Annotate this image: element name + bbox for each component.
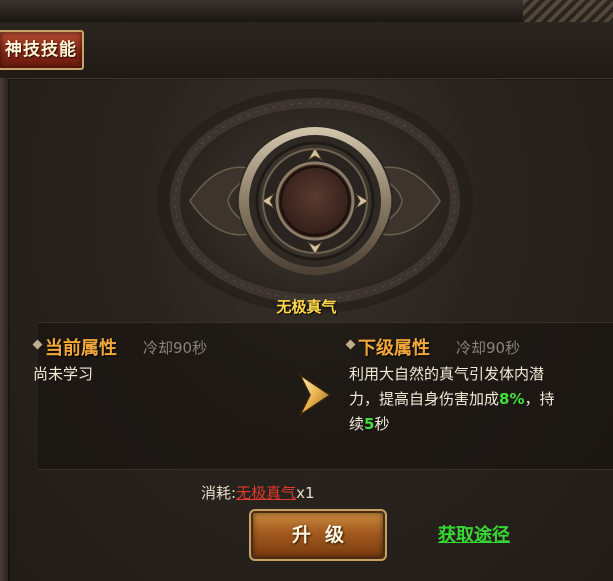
skill-name: 无极真气 <box>276 298 337 316</box>
next-attr-description: 利用大自然的真气引发体内潜 力，提高自身伤害加成8%，持 续5秒 <box>349 362 555 437</box>
current-attr-title: 当前属性 <box>45 338 117 359</box>
next-arrow-icon <box>298 373 332 417</box>
upgrade-cost: 消耗:无极真气x1 <box>201 482 315 503</box>
current-attr-text: 尚未学习 <box>33 365 94 383</box>
window-top-border <box>0 0 613 23</box>
upgrade-button[interactable]: 升级 <box>249 509 387 561</box>
next-attr-title: 下级属性 <box>358 338 430 359</box>
text-segment: ，持 <box>524 390 555 408</box>
next-desc-line-2: 力，提高自身伤害加成8%，持 <box>349 387 555 412</box>
next-cooldown: 冷却90秒 <box>456 339 521 357</box>
header-bar <box>0 22 613 79</box>
next-desc-line-3: 续5秒 <box>349 412 555 437</box>
duration-value: 5 <box>364 415 375 433</box>
cost-label: 消耗: <box>201 484 237 502</box>
cost-quantity: x1 <box>296 484 315 502</box>
text-segment: 续 <box>349 415 365 433</box>
obtain-method-link[interactable]: 获取途径 <box>438 521 510 547</box>
tab-divine-skill[interactable]: 神技技能 <box>0 30 84 70</box>
text-segment: 力，提高自身伤害加成 <box>349 390 500 408</box>
skill-window: 神技技能 无极真气 当前属性 冷却90秒 尚未学习 下级属性 冷却90秒 利用大… <box>0 0 613 581</box>
cost-item-link[interactable]: 无极真气 <box>236 484 296 502</box>
text-segment: 秒 <box>374 415 390 433</box>
corner-ornament <box>523 0 613 22</box>
skill-emblem <box>157 89 473 313</box>
left-frame-rail <box>0 78 8 581</box>
damage-bonus-value: 8% <box>499 390 525 408</box>
next-desc-line-1: 利用大自然的真气引发体内潜 <box>349 365 545 383</box>
current-cooldown: 冷却90秒 <box>143 339 208 357</box>
